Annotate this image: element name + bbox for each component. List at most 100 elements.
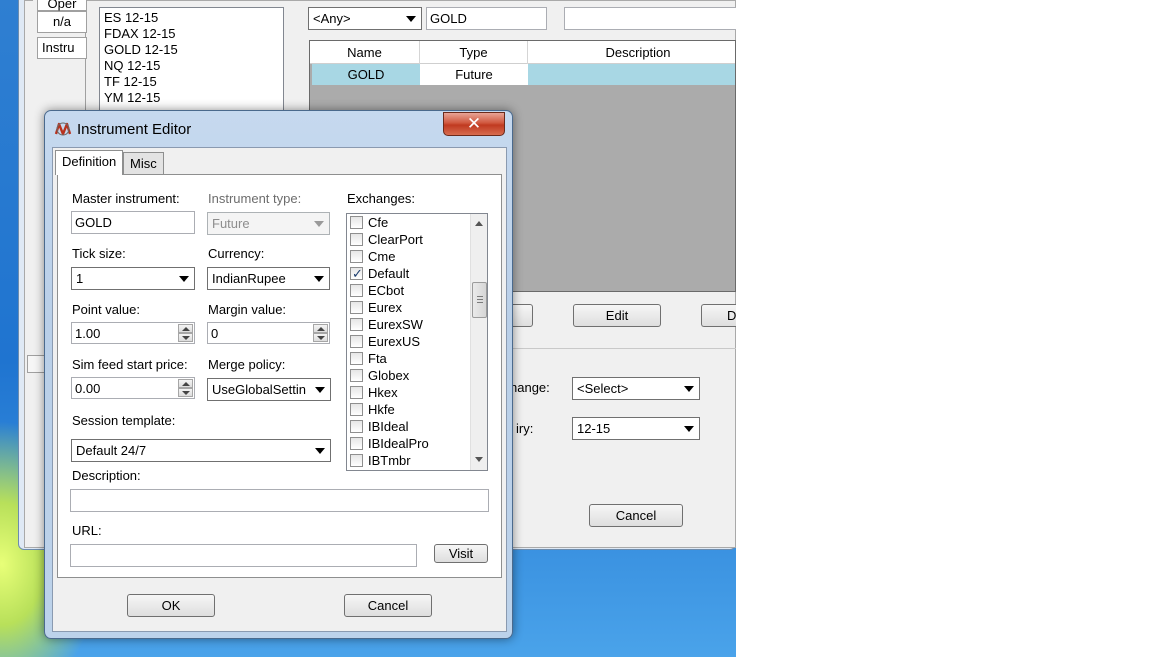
instrument-type-value: Future: [212, 216, 250, 231]
checkbox[interactable]: [350, 352, 363, 365]
checkbox[interactable]: [350, 454, 363, 467]
exchange-label: Hkfe: [368, 402, 395, 417]
search-input[interactable]: GOLD: [426, 7, 547, 30]
spin-down-icon[interactable]: [178, 388, 193, 397]
tab-misc[interactable]: Misc: [123, 152, 164, 175]
instrument-type-dropdown: Future: [207, 212, 330, 235]
app-logo-icon: [54, 122, 72, 136]
spin-up-icon[interactable]: [313, 324, 328, 333]
background-cancel-button[interactable]: Cancel: [589, 504, 683, 527]
spin-up-icon[interactable]: [178, 379, 193, 388]
expiry-dropdown[interactable]: 12-15: [572, 417, 700, 440]
exchanges-list[interactable]: Cfe ClearPort Cme Default ECbot Eurex Eu…: [346, 213, 488, 471]
point-value-value: 1.00: [75, 326, 101, 341]
sim-feed-stepper[interactable]: 0.00: [71, 377, 195, 399]
chevron-down-icon: [314, 276, 324, 282]
tick-size-dropdown[interactable]: 1: [71, 267, 195, 290]
master-instrument-input[interactable]: GOLD: [71, 211, 195, 234]
cell-type[interactable]: Future: [420, 64, 528, 85]
list-item[interactable]: NQ 12-15: [104, 58, 279, 74]
exchange-label: Cfe: [368, 215, 389, 230]
cancel-button[interactable]: Cancel: [344, 594, 432, 617]
merge-policy-label: Merge policy:: [208, 357, 286, 372]
checkbox[interactable]: [350, 369, 363, 382]
checkbox[interactable]: [350, 335, 363, 348]
scrollbar-thumb[interactable]: [472, 282, 487, 318]
checkbox[interactable]: [350, 284, 363, 297]
session-template-dropdown[interactable]: Default 24/7: [71, 439, 331, 462]
tab-definition[interactable]: Definition: [55, 150, 124, 175]
checkbox[interactable]: [350, 437, 363, 450]
delete-button[interactable]: D: [701, 304, 736, 327]
checkbox[interactable]: [350, 216, 363, 229]
currency-dropdown[interactable]: IndianRupee: [207, 267, 330, 290]
checkbox[interactable]: [350, 420, 363, 433]
exchange-label: Fta: [368, 351, 387, 366]
list-item[interactable]: GOLD 12-15: [104, 42, 279, 58]
column-header-name[interactable]: Name: [310, 41, 420, 64]
table-row[interactable]: GOLD Future: [310, 64, 735, 85]
instrument-type-label: Instrument type:: [208, 191, 302, 206]
cell-description[interactable]: [528, 64, 735, 85]
instrument-list[interactable]: ES 12-15 FDAX 12-15 GOLD 12-15 NQ 12-15 …: [99, 7, 284, 117]
edit-button[interactable]: Edit: [573, 304, 661, 327]
left-column-value[interactable]: n/a: [37, 11, 87, 33]
checkbox[interactable]: [350, 233, 363, 246]
list-item[interactable]: FDAX 12-15: [104, 26, 279, 42]
exchanges-scrollbar[interactable]: [470, 214, 487, 470]
dialog-title: Instrument Editor: [77, 121, 192, 138]
ok-button[interactable]: OK: [127, 594, 215, 617]
column-header-description[interactable]: Description: [528, 41, 748, 64]
list-item[interactable]: ES 12-15: [104, 10, 279, 26]
expiry-dropdown-value: 12-15: [577, 421, 611, 436]
merge-policy-value: UseGlobalSettin: [212, 382, 306, 397]
spin-down-icon[interactable]: [178, 333, 193, 342]
grip-line: [477, 302, 483, 303]
divider: [512, 348, 736, 349]
checkbox-checked[interactable]: [350, 265, 363, 282]
grip-line: [477, 299, 483, 300]
exchange-label: IBIdeal: [368, 419, 409, 434]
point-value-stepper[interactable]: 1.00: [71, 322, 195, 344]
margin-value-label: Margin value:: [208, 302, 287, 317]
scroll-up-icon[interactable]: [475, 221, 483, 226]
instrument-editor-dialog: Instrument Editor ✕ Definition Misc Mast…: [44, 110, 513, 639]
list-item[interactable]: TF 12-15: [104, 74, 279, 90]
cell-name[interactable]: GOLD: [312, 64, 420, 85]
sim-feed-value: 0.00: [75, 381, 101, 396]
checkbox[interactable]: [350, 250, 363, 263]
spin-down-icon[interactable]: [313, 333, 328, 342]
secondary-input[interactable]: [564, 7, 736, 30]
checkbox[interactable]: [350, 403, 363, 416]
type-filter-dropdown[interactable]: <Any>: [308, 7, 422, 30]
description-input[interactable]: [70, 489, 489, 512]
exchange-dropdown[interactable]: <Select>: [572, 377, 700, 400]
chevron-down-icon: [314, 221, 324, 227]
url-input[interactable]: [70, 544, 417, 567]
close-icon: ✕: [466, 114, 482, 133]
session-template-label: Session template:: [72, 413, 176, 428]
column-header-type[interactable]: Type: [420, 41, 528, 64]
list-item[interactable]: YM 12-15: [104, 90, 279, 106]
checkbox[interactable]: [350, 318, 363, 331]
dialog-client-area: Definition Misc Master instrument: GOLD …: [52, 147, 507, 632]
exchange-label: ECbot: [368, 283, 405, 298]
exchange-label: Globex: [368, 368, 410, 383]
description-label: Description:: [72, 468, 141, 483]
merge-policy-dropdown[interactable]: UseGlobalSettin: [207, 378, 331, 401]
checkbox[interactable]: [350, 386, 363, 399]
spin-up-icon[interactable]: [178, 324, 193, 333]
close-button[interactable]: ✕: [443, 112, 505, 136]
left-column-label[interactable]: Instru: [37, 37, 87, 59]
chevron-down-icon: [406, 16, 416, 22]
exchange-label: EurexUS: [368, 334, 421, 349]
visit-button[interactable]: Visit: [434, 544, 488, 563]
exchange-label: Default: [368, 266, 410, 281]
sim-feed-label: Sim feed start price:: [72, 357, 188, 372]
scroll-down-icon[interactable]: [475, 457, 483, 462]
checkbox[interactable]: [350, 301, 363, 314]
margin-value-stepper[interactable]: 0: [207, 322, 330, 344]
left-column-header: Oper: [37, 0, 87, 11]
chevron-down-icon: [684, 426, 694, 432]
url-label: URL:: [72, 523, 102, 538]
